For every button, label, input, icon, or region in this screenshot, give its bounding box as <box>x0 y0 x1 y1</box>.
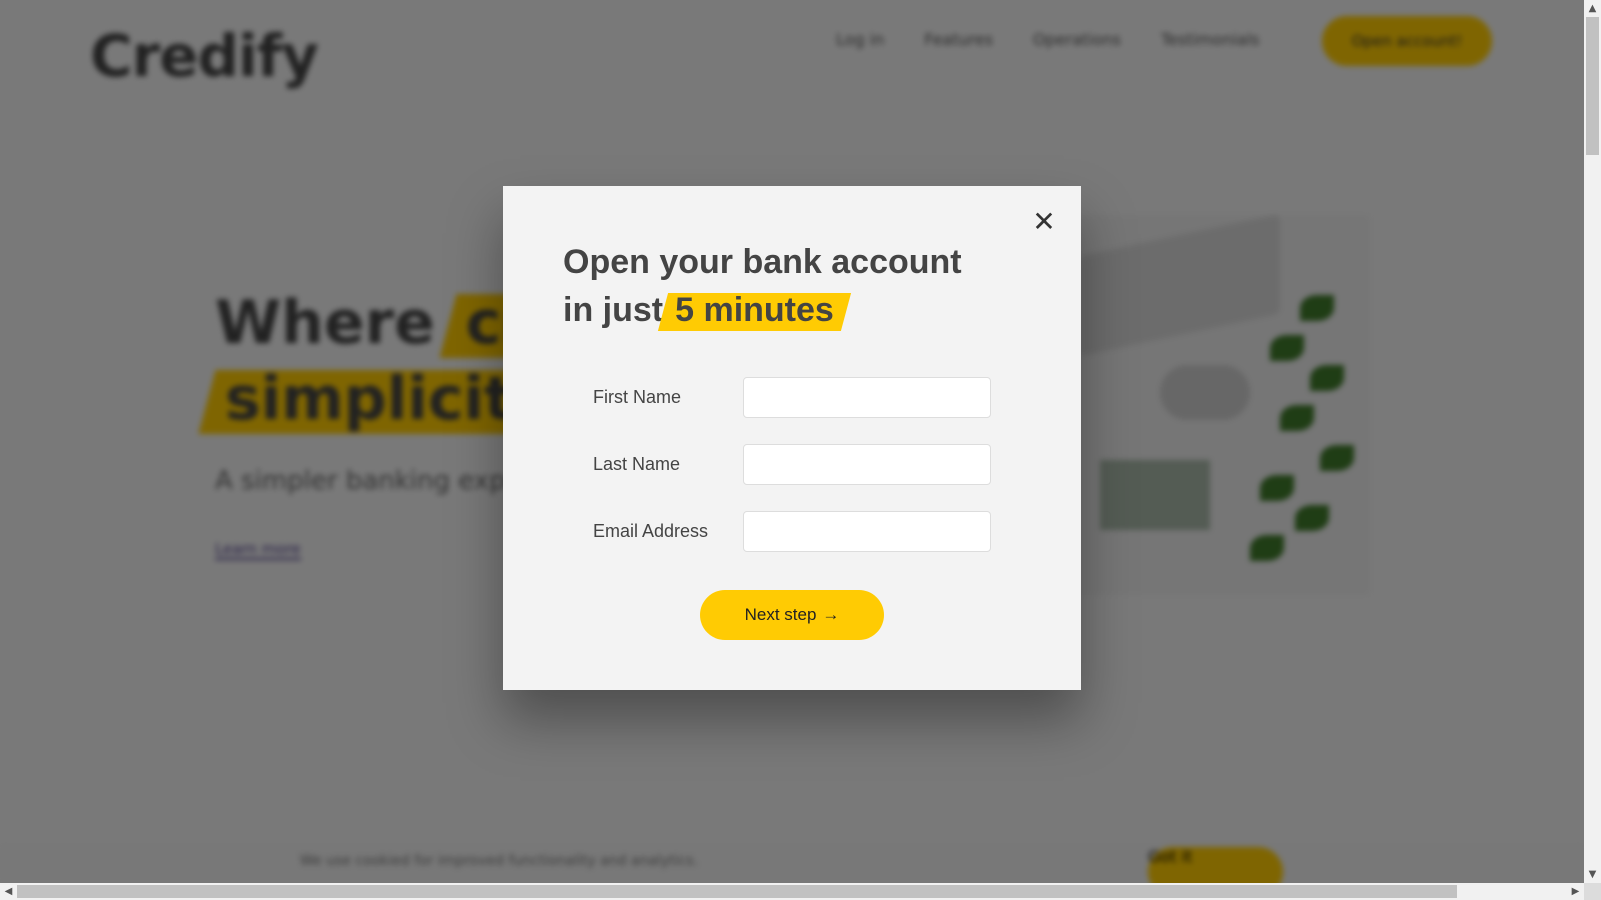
scroll-down-icon[interactable]: ▼ <box>1584 866 1601 883</box>
scrollbar-corner <box>1584 883 1601 900</box>
vertical-scrollbar[interactable]: ▲ ▼ <box>1584 0 1601 883</box>
last-name-input[interactable] <box>743 444 991 485</box>
email-row: Email Address <box>593 511 991 552</box>
next-step-label: Next step <box>744 605 817 624</box>
modal-title-highlight: 5 minutes <box>667 291 842 329</box>
email-label: Email Address <box>593 521 709 541</box>
close-icon[interactable]: ✕ <box>1030 208 1058 236</box>
scroll-left-icon[interactable]: ◀ <box>0 883 17 900</box>
vertical-scroll-thumb[interactable] <box>1586 17 1599 155</box>
modal-title-line1: Open your bank account <box>563 243 962 281</box>
scroll-right-icon[interactable]: ▶ <box>1567 883 1584 900</box>
modal-title: Open your bank account in just 5 minutes <box>563 238 962 334</box>
scroll-up-icon[interactable]: ▲ <box>1584 0 1601 17</box>
open-account-modal: ✕ Open your bank account in just 5 minute… <box>503 186 1081 690</box>
horizontal-scroll-thumb[interactable] <box>17 885 1457 898</box>
first-name-input[interactable] <box>743 377 991 418</box>
last-name-label: Last Name <box>593 454 681 474</box>
arrow-right-icon: → <box>822 605 840 624</box>
email-input[interactable] <box>743 511 991 552</box>
next-step-button[interactable]: Next step → <box>700 590 884 640</box>
first-name-row: First Name <box>593 377 991 418</box>
modal-title-plain: in just <box>563 291 664 329</box>
last-name-row: Last Name <box>593 444 991 485</box>
first-name-label: First Name <box>593 387 682 407</box>
horizontal-scrollbar[interactable]: ◀ ▶ <box>0 883 1584 900</box>
